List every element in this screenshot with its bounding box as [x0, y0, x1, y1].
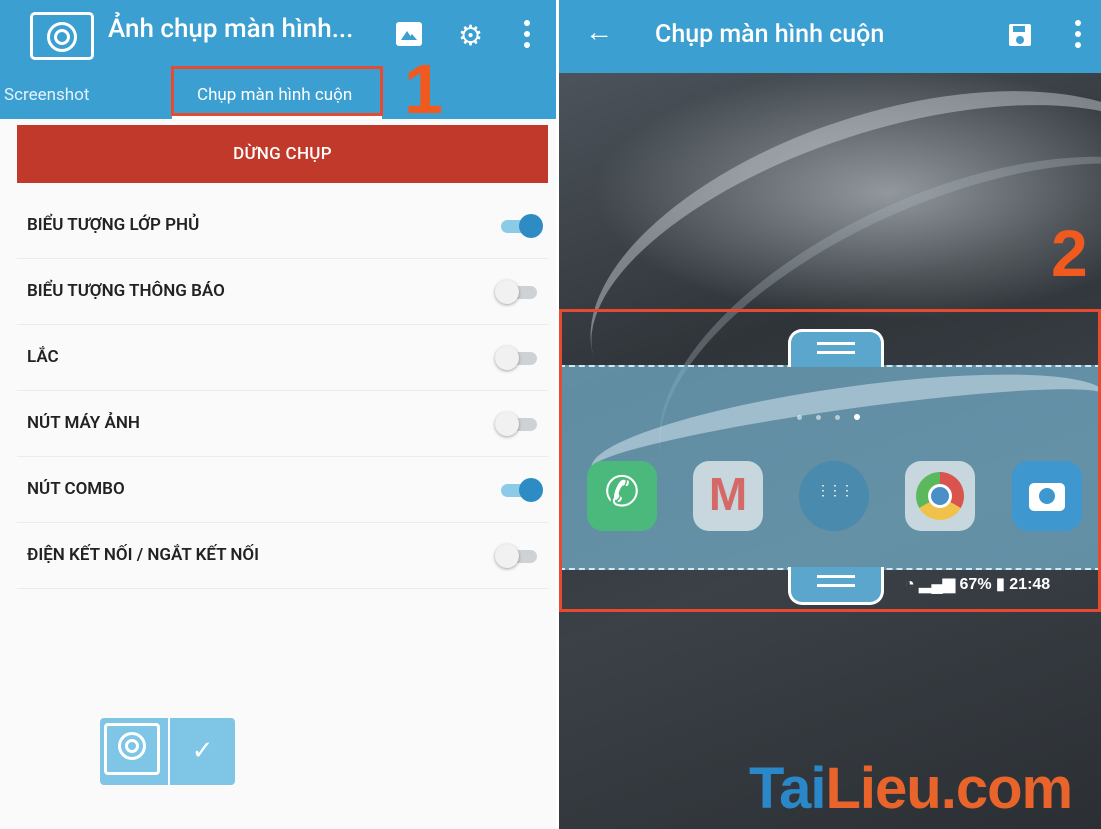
setting-row-power-connect[interactable]: ĐIỆN KẾT NỐI / NGẮT KẾT NỐI [17, 523, 548, 589]
gear-icon[interactable]: ⚙ [458, 22, 483, 50]
setting-row-camera-button[interactable]: NÚT MÁY ẢNH [17, 391, 548, 457]
confirm-check-icon[interactable]: ✓ [170, 718, 235, 785]
tab-screenshot[interactable]: Screenshot [4, 85, 89, 105]
app-bar-right: ← Chụp màn hình cuộn [559, 0, 1101, 73]
setting-row-overlay-icon[interactable]: BIỂU TƯỢNG LỚP PHỦ [17, 193, 548, 259]
scroll-capture-title: Chụp màn hình cuộn [655, 20, 885, 49]
setting-label: NÚT COMBO [27, 479, 125, 499]
power-connect-toggle[interactable] [495, 544, 539, 568]
watermark-logo: TaiLieu.com [749, 756, 1073, 821]
floating-camera-icon[interactable] [100, 718, 168, 785]
scroll-capture-screen: ← Chụp màn hình cuộn ◔ ▂▄▆ 67% ▮ 21:48 2… [559, 0, 1101, 829]
camera-logo-icon [30, 12, 94, 60]
setting-label: ĐIỆN KẾT NỐI / NGẮT KẾT NỐI [27, 545, 260, 565]
app-bar: Ảnh chụp màn hình... ⚙ [0, 0, 556, 73]
gallery-icon[interactable] [396, 22, 422, 46]
highlight-box-selection [559, 309, 1101, 612]
shake-toggle[interactable] [495, 346, 539, 370]
step-number-2: 2 [1051, 216, 1088, 290]
more-options-icon[interactable] [524, 20, 530, 48]
setting-label: BIỂU TƯỢNG LỚP PHỦ [27, 215, 200, 235]
screenshot-composite: Ảnh chụp màn hình... ⚙ Screenshot Chụp m… [0, 0, 1101, 829]
highlight-box-tab [171, 66, 383, 116]
combo-button-toggle[interactable] [497, 478, 543, 502]
more-options-icon[interactable] [1075, 20, 1081, 48]
setting-label: BIỂU TƯỢNG THÔNG BÁO [27, 281, 225, 301]
stop-capture-button[interactable]: DỪNG CHỤP [17, 125, 548, 183]
camera-button-toggle[interactable] [495, 412, 539, 436]
setting-row-combo-button[interactable]: NÚT COMBO [17, 457, 548, 523]
setting-label: LẮC [27, 347, 59, 367]
save-icon[interactable] [1009, 24, 1031, 46]
floating-capture-widget: ✓ [100, 718, 235, 785]
back-arrow-icon[interactable]: ← [585, 18, 613, 46]
setting-row-shake[interactable]: LẮC [17, 325, 548, 391]
setting-label: NÚT MÁY ẢNH [27, 413, 140, 433]
overlay-icon-toggle[interactable] [497, 214, 543, 238]
app-title: Ảnh chụp màn hình... [108, 14, 354, 44]
step-number-1: 1 [404, 50, 443, 128]
settings-screen: Ảnh chụp màn hình... ⚙ Screenshot Chụp m… [0, 0, 556, 829]
setting-row-notification-icon[interactable]: BIỂU TƯỢNG THÔNG BÁO [17, 259, 548, 325]
notification-icon-toggle[interactable] [495, 280, 539, 304]
